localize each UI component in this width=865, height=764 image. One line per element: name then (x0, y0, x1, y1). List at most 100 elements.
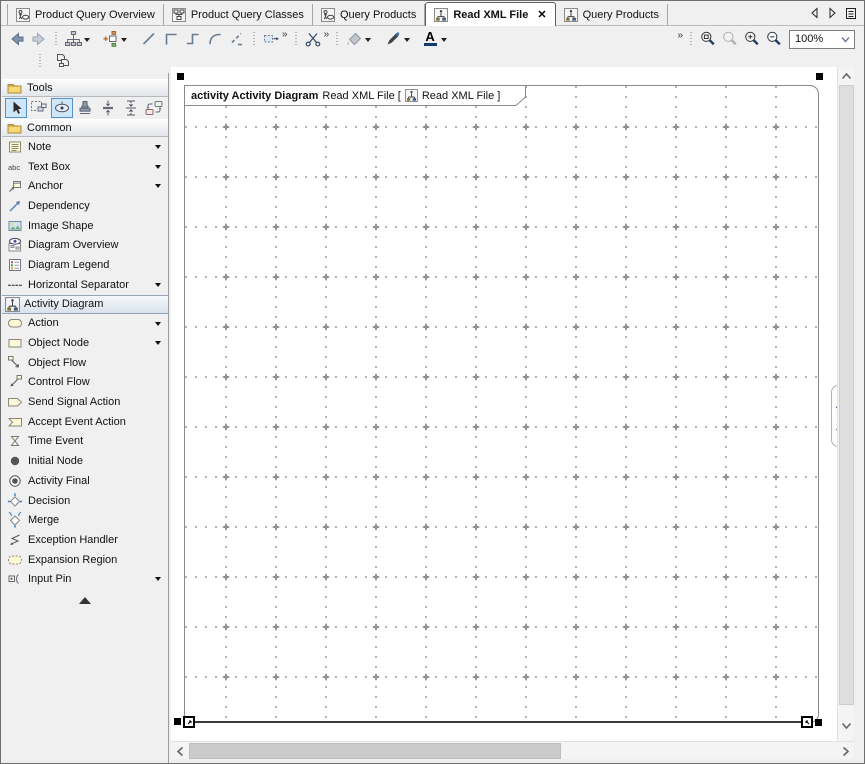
palette-item-label: Object Node (28, 337, 89, 349)
connector-oblique-button[interactable] (182, 28, 204, 50)
horizontal-scrollbar[interactable] (171, 741, 854, 759)
chevron-down-icon[interactable] (441, 38, 447, 45)
palette-item-anchor[interactable]: Anchor (2, 176, 168, 196)
scroll-up-button[interactable] (838, 67, 855, 84)
compress-horizontal-button[interactable] (97, 98, 119, 118)
palette-item-input-pin[interactable]: Input Pin (2, 569, 168, 589)
palette-item-object-flow[interactable]: Object Flow (2, 353, 168, 373)
chevron-down-icon[interactable] (365, 38, 371, 45)
section-header-tools[interactable]: Tools (2, 79, 168, 97)
selection-handle-top-right[interactable] (816, 73, 823, 80)
tab-query-products-1[interactable]: Query Products (313, 4, 425, 25)
zoom-to-region-button[interactable] (697, 28, 719, 50)
palette-item-label: Exception Handler (28, 534, 118, 546)
chevron-down-icon[interactable] (155, 145, 161, 152)
line-style-button[interactable] (382, 28, 404, 50)
tab-label: Query Products (340, 9, 416, 21)
palette-item-diagram-overview[interactable]: Diagram Overview (2, 235, 168, 255)
palette-item-object-node[interactable]: Object Node (2, 333, 168, 353)
palette-item-note[interactable]: Note (2, 137, 168, 157)
stamp-icon (76, 100, 94, 116)
magnet-tool-button[interactable] (51, 98, 73, 118)
nicknamer-button[interactable] (52, 50, 74, 72)
tab-read-xml-file[interactable]: Read XML File ✕ (425, 2, 555, 26)
scroll-left-button[interactable] (171, 742, 188, 760)
chevron-down-icon[interactable] (404, 38, 410, 45)
resize-handle-right[interactable] (801, 716, 813, 728)
zoom-level-combobox[interactable]: 100% (789, 30, 855, 49)
connector-rectilinear-button[interactable] (160, 28, 182, 50)
next-tab-icon[interactable] (827, 7, 838, 19)
add-connected-shape-button[interactable] (99, 28, 121, 50)
palette-item-horizontal-separator[interactable]: ---- Horizontal Separator (2, 275, 168, 295)
swap-diagram-element-button[interactable] (143, 98, 165, 118)
scroll-down-button[interactable] (838, 717, 855, 734)
chevron-down-icon[interactable] (155, 283, 161, 290)
zoom-in-button[interactable] (741, 28, 763, 50)
chevron-down-icon[interactable] (155, 184, 161, 191)
chevron-down-icon[interactable] (155, 577, 161, 584)
palette-scroll-up-button[interactable] (2, 593, 168, 607)
horizontal-scrollbar-thumb[interactable] (189, 743, 561, 759)
palette-item-initial-node[interactable]: Initial Node (2, 451, 168, 471)
chevron-down-icon[interactable] (155, 165, 161, 172)
connector-dashed-button[interactable] (226, 28, 248, 50)
fill-color-button[interactable] (343, 28, 365, 50)
previous-tab-icon[interactable] (809, 7, 820, 19)
diagram-canvas[interactable]: activity Activity Diagram Read XML File … (171, 67, 837, 741)
stamper-tool-button[interactable] (74, 98, 96, 118)
forward-button[interactable] (28, 28, 50, 50)
connector-straight-button[interactable] (138, 28, 160, 50)
palette-item-activity-final[interactable]: Activity Final (2, 471, 168, 491)
palette-item-time-event[interactable]: Time Event (2, 432, 168, 452)
palette-item-control-flow[interactable]: Control Flow (2, 373, 168, 393)
sweeper-tool-button[interactable] (28, 98, 50, 118)
palette-item-expansion-region[interactable]: Expansion Region (2, 550, 168, 570)
close-tab-icon[interactable]: ✕ (537, 8, 546, 21)
palette-item-image-shape[interactable]: Image Shape (2, 216, 168, 236)
font-color-button[interactable]: A (419, 28, 441, 50)
palette-item-diagram-legend[interactable]: Diagram Legend (2, 255, 168, 275)
layout-diagram-button[interactable] (62, 28, 84, 50)
tab-label: Product Query Overview (35, 9, 155, 21)
selection-handle-bottom-right[interactable] (815, 719, 822, 726)
more-options-chevron[interactable]: » (324, 29, 329, 40)
vertical-scrollbar-thumb[interactable] (839, 85, 854, 705)
section-label: Tools (27, 82, 53, 94)
more-options-chevron[interactable]: » (282, 29, 287, 40)
compress-vertical-button[interactable] (120, 98, 142, 118)
tab-product-query-classes[interactable]: Product Query Classes (164, 4, 313, 25)
zoom-out-button[interactable] (763, 28, 785, 50)
scroll-right-button[interactable] (837, 742, 854, 760)
palette-item-decision[interactable]: Decision (2, 491, 168, 511)
cursor-tool-button[interactable] (5, 98, 27, 118)
tab-list-icon[interactable] (845, 7, 857, 20)
vertical-scrollbar[interactable] (837, 67, 854, 741)
selection-handle-bottom-left[interactable] (174, 718, 181, 725)
more-options-chevron[interactable]: » (677, 30, 682, 41)
palette-item-send-signal-action[interactable]: Send Signal Action (2, 392, 168, 412)
palette-item-accept-event-action[interactable]: Accept Event Action (2, 412, 168, 432)
connector-curved-button[interactable] (204, 28, 226, 50)
format-copier-button[interactable] (260, 28, 282, 50)
back-button[interactable] (6, 28, 28, 50)
chevron-down-icon[interactable] (121, 38, 127, 45)
tab-query-products-2[interactable]: Query Products (556, 4, 668, 25)
section-header-activity-diagram[interactable]: Activity Diagram (2, 295, 168, 314)
toolbar-grip (294, 32, 298, 47)
cut-button[interactable] (302, 28, 324, 50)
palette-item-dependency[interactable]: Dependency (2, 196, 168, 216)
palette-item-action[interactable]: Action (2, 314, 168, 334)
chevron-down-icon[interactable] (84, 38, 90, 45)
section-header-common[interactable]: Common (2, 119, 168, 137)
zoom-selection-button[interactable] (719, 28, 741, 50)
tab-product-query-overview[interactable]: Product Query Overview (7, 4, 164, 25)
palette-item-text-box[interactable]: abc Text Box (2, 157, 168, 177)
palette-item-exception-handler[interactable]: Exception Handler (2, 530, 168, 550)
chevron-down-icon[interactable] (155, 322, 161, 329)
selection-handle-top-left[interactable] (177, 73, 184, 80)
resize-handle-left[interactable] (183, 716, 195, 728)
chevron-down-icon[interactable] (155, 341, 161, 348)
activity-frame[interactable] (184, 85, 819, 723)
palette-item-merge[interactable]: Merge (2, 510, 168, 530)
